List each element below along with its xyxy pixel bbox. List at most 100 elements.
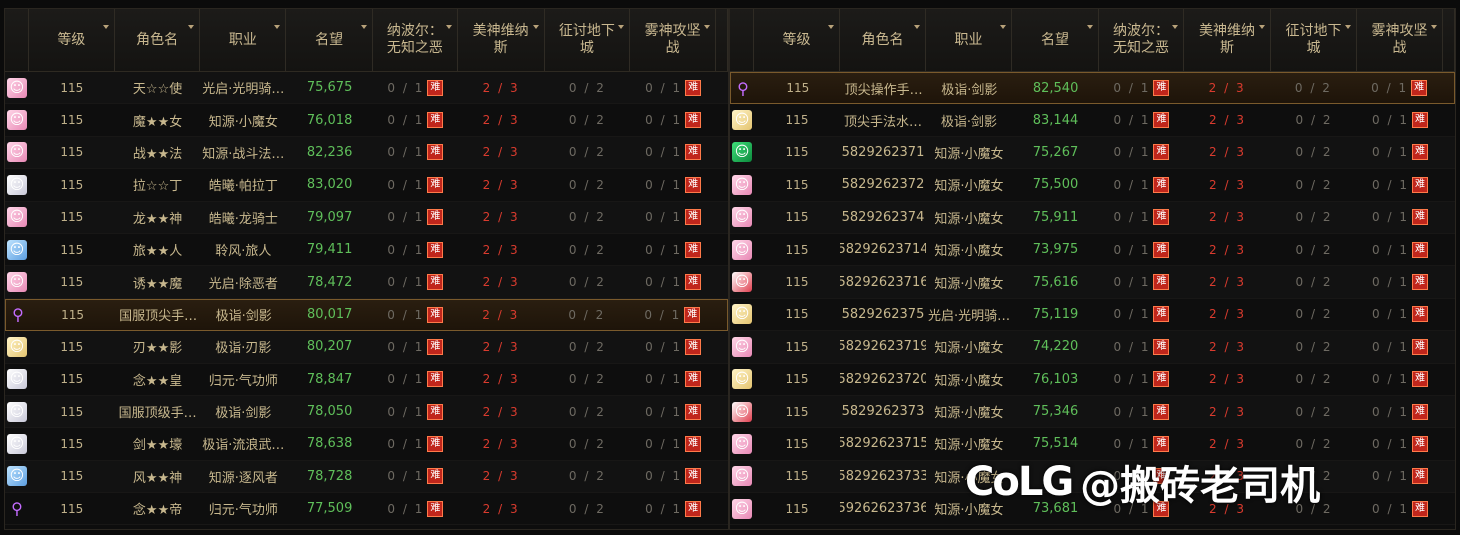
table-row[interactable]: ☺ 115 拉☆☆丁 皓曦·帕拉丁 83,020 0 / 1难2 / 30 / 20 / … xyxy=(5,169,728,202)
header-level[interactable]: 等级 xyxy=(754,9,840,71)
fog-progress-text: 0 / 1 xyxy=(1372,436,1409,451)
table-row[interactable]: ☺ 115 刃★★影 极诣·刃影 80,207 0 / 1难2 / 30 / 20 / 1… xyxy=(5,331,728,364)
row-spacer xyxy=(716,396,728,427)
table-row[interactable]: ☺ 115 诱★★魔 光启·除恶者 78,472 0 / 1难2 / 30 / 20 / … xyxy=(5,266,728,299)
header-fog[interactable]: 雾神攻坚 战 xyxy=(1357,9,1443,71)
venus-progress-text: 2 / 3 xyxy=(482,469,520,484)
table-row[interactable]: ⚲ 115 顶尖操作手… 极诣·剑影 82,540 0 / 1难2 / 30 / 20 /… xyxy=(730,72,1455,105)
sort-arrow-icon xyxy=(618,25,625,29)
header-nabel[interactable]: 纳波尔： 无知之恶 xyxy=(373,9,458,71)
table-row[interactable]: ☺ 115 魔★★女 知源·小魔女 76,018 0 / 1难2 / 30 / 20 / … xyxy=(5,104,728,137)
dungeon-progress: 0 / 2 xyxy=(545,72,631,103)
fog-progress: 0 / 1难 xyxy=(630,331,716,362)
table-header: 等级 角色名 职业 名望 纳波尔： 无知之恶 美神维纳 斯 征讨地下 城 雾神攻… xyxy=(5,9,729,72)
header-job[interactable]: 职业 xyxy=(200,9,287,71)
nabel-progress-text: 0 / 1 xyxy=(387,372,425,387)
header-reputation-label: 名望 xyxy=(1041,31,1069,48)
avatar-cell: ☺ xyxy=(5,72,29,103)
table-row[interactable]: ☺ 115 5829262373 知源·小魔女 75,346 0 / 1难2 / 30 /… xyxy=(730,395,1455,429)
table-row[interactable]: ⚲ 115 国服顶尖手… 极诣·剑影 80,017 0 / 1难2 / 30 / 20 /… xyxy=(5,298,728,332)
table-row[interactable]: ☺ 115 5829262371 知源·小魔女 75,267 0 / 1难2 / 30 /… xyxy=(730,136,1455,170)
dungeon-progress-text: 0 / 2 xyxy=(568,339,606,354)
table-row[interactable]: ☺ 115 天☆☆使 光启·光明骑… 75,675 0 / 1难2 / 30 / 20 /… xyxy=(5,72,728,105)
table-row[interactable]: ☺ 115 风★★神 知源·逐风者 78,728 0 / 1难2 / 30 / 20 / … xyxy=(5,460,728,494)
venus-progress-text: 2 / 3 xyxy=(1209,113,1246,128)
fog-progress-text: 0 / 1 xyxy=(645,80,683,95)
hard-mode-badge: 难 xyxy=(427,176,444,193)
row-spacer xyxy=(1443,137,1455,168)
level-value: 115 xyxy=(60,145,84,160)
avatar-pink-icon: ☺ xyxy=(732,239,752,260)
fog-progress: 0 / 1难 xyxy=(1357,234,1443,265)
table-row[interactable]: ☺ 115 旅★★人 聆风·旅人 79,411 0 / 1难2 / 30 / 20 / 1… xyxy=(5,233,728,267)
header-dungeon[interactable]: 征讨地下 城 xyxy=(1271,9,1357,71)
fog-progress: 0 / 1难 xyxy=(630,169,716,200)
header-level-label: 等级 xyxy=(782,31,811,48)
avatar-pink-icon: ☺ xyxy=(6,77,27,98)
dungeon-progress-text: 0 / 2 xyxy=(1295,177,1333,192)
colg-watermark: CoLG @搬砖老司机 xyxy=(965,452,1320,512)
hard-mode-badge: 难 xyxy=(427,371,444,388)
reputation-value: 75,675 xyxy=(306,80,353,96)
table-row[interactable]: ☺ 115 5829262374 知源·小魔女 75,911 0 / 1难2 / 30 /… xyxy=(730,201,1455,234)
header-venus[interactable]: 美神维纳 斯 xyxy=(457,9,545,71)
hard-mode-badge: 难 xyxy=(1153,241,1170,258)
row-spacer xyxy=(1443,266,1455,297)
character-name: 战★★法 xyxy=(132,146,183,162)
table-row[interactable]: ☺ 115 国服顶级手… 极诣·剑影 78,050 0 / 1难2 / 30 / 20 /… xyxy=(5,395,728,429)
table-row[interactable]: ☺ 115 58292623720 知源·小魔女 76,103 0 / 1难2 / 30 … xyxy=(730,363,1455,396)
sort-arrow-icon xyxy=(1259,25,1265,29)
staff-icon: ⚲ xyxy=(737,78,749,98)
table-row[interactable]: ☺ 115 58292623714 知源·小魔女 73,975 0 / 1难2 / 30 … xyxy=(730,233,1455,267)
character-name: 顶尖手法水… xyxy=(843,114,922,130)
venus-progress-text: 2 / 3 xyxy=(482,80,520,95)
fog-progress: 0 / 1难 xyxy=(630,104,716,135)
character-name: 剑★★壕 xyxy=(132,438,183,454)
row-spacer xyxy=(716,461,728,492)
dungeon-progress-text: 0 / 2 xyxy=(1295,145,1333,160)
hard-mode-badge: 难 xyxy=(1411,468,1428,485)
avatar-cell: ☺ xyxy=(730,428,754,459)
header-name[interactable]: 角色名 xyxy=(114,9,201,71)
table-row[interactable]: ☺ 115 顶尖手法水… 极诣·剑影 83,144 0 / 1难2 / 30 / 20 /… xyxy=(730,104,1455,137)
header-fog[interactable]: 雾神攻坚 战 xyxy=(630,9,717,71)
table-row[interactable]: ☺ 115 龙★★神 皓曦·龙骑士 79,097 0 / 1难2 / 30 / 20 / … xyxy=(5,201,728,234)
character-job: 知源·小魔女 xyxy=(934,373,1004,389)
fog-progress: 0 / 1难 xyxy=(630,234,716,265)
row-spacer xyxy=(1443,461,1455,492)
fog-progress-text: 0 / 1 xyxy=(645,501,683,516)
table-row[interactable]: ☺ 115 5829262375 光启·光明骑… 75,119 0 / 1难2 / 30 … xyxy=(730,298,1455,332)
fog-progress-text: 0 / 1 xyxy=(645,339,683,354)
level-value: 115 xyxy=(60,436,84,451)
header-name[interactable]: 角色名 xyxy=(840,9,926,71)
header-reputation[interactable]: 名望 xyxy=(286,9,373,71)
header-job-label: 职业 xyxy=(954,31,983,48)
sort-arrow-icon xyxy=(274,25,281,29)
reputation-value: 78,472 xyxy=(306,274,353,290)
table-row[interactable]: ☺ 115 5829262372 知源·小魔女 75,500 0 / 1难2 / 30 /… xyxy=(730,169,1455,202)
dungeon-progress: 0 / 2 xyxy=(545,461,631,492)
table-row[interactable]: ☺ 115 念★★皇 归元·气功师 78,847 0 / 1难2 / 30 / 20 / … xyxy=(5,363,728,396)
header-reputation[interactable]: 名望 xyxy=(1012,9,1099,71)
nabel-progress-text: 0 / 1 xyxy=(1113,210,1151,225)
table-row[interactable]: ☺ 115 58292623719 知源·小魔女 74,220 0 / 1难2 / 30 … xyxy=(730,331,1455,364)
table-row[interactable]: ☺ 115 剑★★壕 极诣·流浪武… 78,638 0 / 1难2 / 30 / 20 /… xyxy=(5,428,728,461)
hard-mode-badge: 难 xyxy=(685,209,702,226)
header-dungeon[interactable]: 征讨地下 城 xyxy=(544,9,631,71)
reputation-value: 74,220 xyxy=(1032,339,1079,355)
table-row[interactable]: ⚲ 115 念★★帝 归元·气功师 77,509 0 / 1难2 / 30 / 20 / … xyxy=(5,493,728,526)
table-row[interactable]: ☺ 115 58292623716 知源·小魔女 75,616 0 / 1难2 / 30 … xyxy=(730,266,1455,299)
sort-arrow-icon xyxy=(828,25,834,29)
header-nabel[interactable]: 纳波尔： 无知之恶 xyxy=(1099,9,1184,71)
level-value: 115 xyxy=(785,242,809,257)
row-spacer xyxy=(716,202,728,233)
table-row[interactable]: ☺ 115 战★★法 知源·战斗法… 82,236 0 / 1难2 / 30 / 20 /… xyxy=(5,136,728,170)
nabel-progress-text: 0 / 1 xyxy=(387,404,425,419)
dungeon-progress: 0 / 2 xyxy=(545,137,631,168)
header-venus[interactable]: 美神维纳 斯 xyxy=(1184,9,1271,71)
level-value: 115 xyxy=(785,145,809,160)
header-job[interactable]: 职业 xyxy=(926,9,1012,71)
fog-progress: 0 / 1难 xyxy=(630,300,716,330)
header-name-label: 角色名 xyxy=(861,31,904,48)
header-level[interactable]: 等级 xyxy=(28,9,115,71)
